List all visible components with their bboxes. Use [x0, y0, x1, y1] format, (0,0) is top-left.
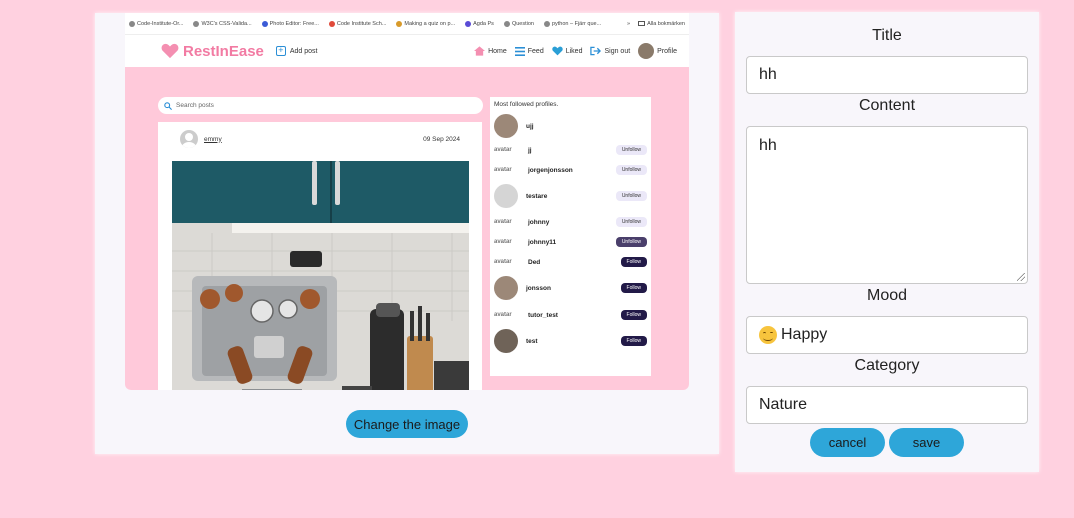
broken-avatar-image: avatar	[494, 259, 512, 265]
post-date: 09 Sep 2024	[423, 135, 460, 143]
category-select[interactable]: Nature	[746, 386, 1028, 424]
favicon-icon	[261, 20, 268, 27]
sign-out-icon	[590, 46, 602, 56]
avatar	[494, 276, 518, 300]
broken-avatar-image: avatar	[494, 147, 512, 153]
preview-screenshot: Code-Institute-Or... W3C's CSS-Valida...…	[125, 13, 689, 390]
cancel-button[interactable]: cancel	[810, 428, 885, 457]
content-label: Content	[858, 97, 916, 114]
favicon-icon	[543, 20, 550, 27]
bookmark-item: python – Fjärr que...	[543, 20, 601, 27]
search-bar: Search posts	[158, 97, 483, 114]
bookmarks-bar: Code-Institute-Or... W3C's CSS-Valida...…	[125, 13, 689, 35]
bookmark-item: Code-Institute-Or...	[129, 20, 183, 27]
change-image-button[interactable]: Change the image	[346, 410, 468, 438]
broken-avatar-image: avatar	[494, 219, 512, 225]
all-bookmarks: Alla bokmärken	[638, 21, 685, 27]
follow-button: Follow	[620, 257, 647, 267]
search-icon	[164, 101, 172, 110]
follow-button: Follow	[620, 336, 647, 346]
brand-logo: RestInEase	[161, 43, 264, 60]
smiling-face-emoji-icon	[759, 326, 777, 344]
mood-label: Mood	[866, 287, 908, 304]
nav-liked: Liked	[552, 46, 582, 56]
bookmark-item: W3C's CSS-Valida...	[193, 20, 252, 27]
bookmark-item: Photo Editor: Free...	[261, 20, 319, 27]
avatar	[494, 184, 518, 208]
plus-square-icon: +	[275, 46, 286, 56]
profile-row: jonsson Follow	[494, 272, 647, 304]
mood-select[interactable]: Happy	[746, 316, 1028, 354]
unfollow-button: Unfollow	[615, 191, 647, 201]
nav-signout: Sign out	[590, 46, 630, 56]
follow-button: Follow	[620, 283, 647, 293]
favicon-icon	[328, 20, 335, 27]
unfollow-button: Unfollow	[615, 145, 647, 155]
profile-row: avatar johnny11 Unfollow	[494, 232, 647, 252]
image-preview-card: Code-Institute-Or... W3C's CSS-Valida...…	[95, 13, 719, 454]
favicon-icon	[193, 20, 200, 27]
heart-logo-icon	[161, 43, 179, 59]
avatar	[494, 329, 518, 353]
favicon-icon	[129, 20, 135, 27]
profile-row: avatar johnny Unfollow	[494, 212, 647, 232]
add-post-link: + Add post	[275, 46, 318, 56]
folder-icon	[638, 21, 646, 26]
favicon-icon	[465, 20, 472, 27]
content-textarea[interactable]: hh	[746, 126, 1028, 284]
favicon-icon	[396, 20, 403, 27]
nav-profile: Profile	[638, 43, 677, 59]
avatar	[494, 114, 518, 138]
nav-feed: Feed	[514, 46, 544, 56]
profile-row: testare Unfollow	[494, 180, 647, 212]
bookmarks-more: »	[627, 20, 631, 27]
most-followed-sidebar: Most followed profiles. ujj avatar jj Un…	[490, 97, 651, 376]
bookmark-item: Code Institute Sch...	[328, 20, 386, 27]
follow-button: Follow	[620, 310, 647, 320]
broken-avatar-image: avatar	[494, 239, 512, 245]
profile-row: avatar Ded Follow	[494, 252, 647, 272]
nav-home: Home	[474, 46, 507, 56]
profile-row: ujj	[494, 112, 647, 140]
unfollow-button: Unfollow	[615, 237, 647, 247]
post-author: emmy	[204, 135, 222, 143]
title-label: Title	[872, 27, 902, 44]
resize-handle[interactable]	[1017, 273, 1025, 281]
sidebar-title: Most followed profiles.	[494, 101, 559, 108]
avatar	[638, 43, 655, 59]
profile-row: test Follow	[494, 326, 647, 356]
post-card: emmy 09 Sep 2024	[158, 122, 482, 390]
post-image	[172, 161, 469, 390]
profile-row: avatar tutor_test Follow	[494, 304, 647, 326]
category-label: Category	[854, 357, 920, 374]
post-edit-form: Title hh Content hh Mood Happy Category …	[735, 12, 1039, 472]
bookmark-item: Question	[503, 20, 534, 27]
bookmark-item: Agda Ps	[465, 20, 494, 27]
avatar	[180, 130, 198, 148]
broken-avatar-image: avatar	[494, 312, 512, 318]
profile-row: avatar jj Unfollow	[494, 140, 647, 160]
home-icon	[474, 46, 486, 56]
unfollow-button: Unfollow	[615, 165, 647, 175]
heart-icon	[552, 46, 563, 56]
broken-avatar-image: avatar	[494, 167, 512, 173]
title-input[interactable]: hh	[746, 56, 1028, 94]
bookmark-item: Making a quiz on p...	[396, 20, 455, 27]
list-icon	[514, 46, 525, 56]
favicon-icon	[503, 20, 510, 27]
unfollow-button: Unfollow	[615, 217, 647, 227]
profile-row: avatar jorgenjonsson Unfollow	[494, 160, 647, 180]
preview-navbar: RestInEase + Add post Home Feed Liked Si…	[125, 35, 689, 67]
save-button[interactable]: save	[889, 428, 964, 457]
